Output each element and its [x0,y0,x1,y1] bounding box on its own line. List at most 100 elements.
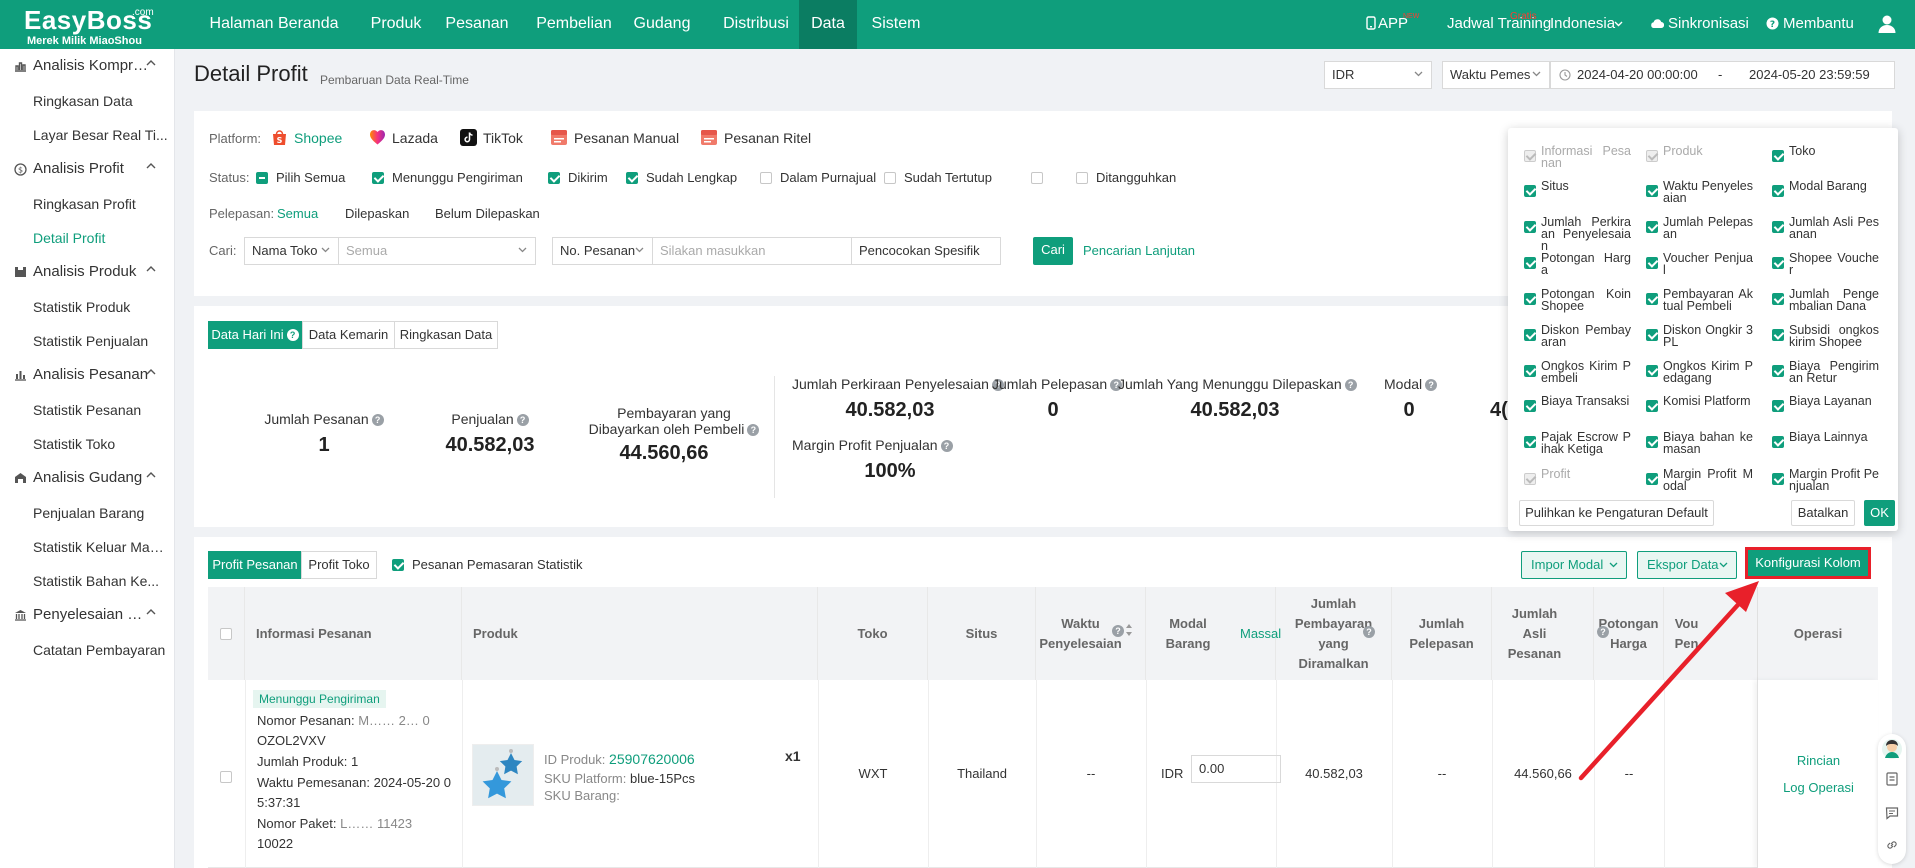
status-checkbox-0[interactable] [256,172,268,184]
nav-gudang[interactable]: Gudang [622,0,702,49]
column-checkbox-19[interactable] [1646,365,1658,377]
export-data-button[interactable]: Ekspor Data [1637,551,1737,579]
time-type-select[interactable]: Waktu Pemes [1442,61,1550,89]
sidebar-group-analisis-komprehensif[interactable]: Analisis Kompreh... [0,49,175,83]
sidebar-group-analisis-produk[interactable]: Analisis Produk [0,255,175,289]
status-label-0[interactable]: Pilih Semua [276,170,345,185]
nav-pembelian[interactable]: Pembelian [526,0,622,49]
status-label-2[interactable]: Dikirim [568,170,608,185]
operation-log-link[interactable]: Log Operasi [1758,780,1879,795]
column-checkbox-4[interactable] [1646,185,1658,197]
nav-pesanan[interactable]: Pesanan [440,0,514,49]
modal-input[interactable]: 0.00 [1191,755,1281,783]
import-modal-button[interactable]: Impor Modal [1521,551,1627,579]
document-icon[interactable] [1885,772,1899,786]
status-label-1[interactable]: Menunggu Pengiriman [392,170,523,185]
column-checkbox-15[interactable] [1524,329,1536,341]
column-option-label-15[interactable]: Diskon Pembayaran [1541,324,1631,349]
column-checkbox-7[interactable] [1646,221,1658,233]
sidebar-item-penjualan-barang[interactable]: Penjualan Barang [33,496,168,530]
product-id-link[interactable]: 25907620006 [609,751,695,767]
date-end[interactable]: 2024-05-20 23:59:59 [1749,62,1870,88]
order-number-value[interactable]: M…… 2… 0 [358,713,430,728]
sidebar-group-analisis-pesanan[interactable]: Analisis Pesanan [0,358,175,392]
column-option-label-23[interactable]: Biaya Layanan [1789,395,1879,408]
tab-ringkasan-data[interactable]: Ringkasan Data [394,321,498,349]
sidebar-item-ringkasan-data[interactable]: Ringkasan Data [33,84,168,118]
ok-button[interactable]: OK [1864,500,1895,526]
sidebar-group-penyelesaian-platform[interactable]: Penyelesaian Plat... [0,598,175,632]
column-option-label-16[interactable]: Diskon Ongkir 3PL [1663,324,1753,349]
column-option-label-20[interactable]: Biaya Pengiriman Retur [1789,360,1879,385]
currency-select[interactable]: IDR [1324,61,1432,89]
column-option-label-9[interactable]: Potongan Harga [1541,252,1631,277]
user-icon[interactable] [1877,14,1897,34]
chat-icon[interactable] [1885,806,1899,820]
column-option-label-0[interactable]: Informasi Pesanan [1541,145,1631,170]
order-field-select[interactable]: No. Pesanan [552,237,653,265]
column-checkbox-2[interactable] [1772,150,1784,162]
sidebar-item-statistik-penjualan[interactable]: Statistik Penjualan [33,324,168,358]
column-option-label-22[interactable]: Komisi Platform [1663,395,1753,408]
product-thumbnail[interactable] [472,744,534,806]
column-option-label-18[interactable]: Ongkos Kirim Pembeli [1541,360,1631,385]
sidebar-group-analisis-profit[interactable]: $ Analisis Profit [0,152,175,186]
search-field-select[interactable]: Nama Toko [244,237,339,265]
training-link[interactable]: Jadwal Training [1447,0,1551,49]
nav-produk[interactable]: Produk [352,0,440,49]
detail-link[interactable]: Rincian [1758,753,1879,768]
column-option-label-3[interactable]: Situs [1541,180,1631,193]
status-label-3[interactable]: Sudah Lengkap [646,170,737,185]
nav-distribusi[interactable]: Distribusi [710,0,802,49]
column-checkbox-5[interactable] [1772,185,1784,197]
language-select[interactable]: Indonesia [1550,0,1623,49]
column-option-label-1[interactable]: Produk [1663,145,1753,158]
column-option-label-28[interactable]: Margin Profit Modal [1663,468,1753,493]
date-range-picker[interactable]: 2024-04-20 00:00:00 - 2024-05-20 23:59:5… [1550,61,1895,89]
column-checkbox-16[interactable] [1646,329,1658,341]
column-checkbox-12[interactable] [1524,293,1536,305]
column-checkbox-3[interactable] [1524,185,1536,197]
nav-data[interactable]: Data [799,0,857,49]
sidebar-item-statistik-keluar-masuk[interactable]: Statistik Keluar Mas... [33,530,168,564]
column-checkbox-9[interactable] [1524,257,1536,269]
column-option-label-2[interactable]: Toko [1789,145,1879,158]
date-start[interactable]: 2024-04-20 00:00:00 [1577,62,1698,88]
column-option-label-26[interactable]: Biaya Lainnya [1789,431,1879,444]
column-checkbox-14[interactable] [1772,293,1784,305]
status-checkbox-5[interactable] [884,172,896,184]
status-checkbox-2[interactable] [548,172,560,184]
column-option-label-12[interactable]: Potongan Koin Shopee [1541,288,1631,313]
status-checkbox-6[interactable] [1031,172,1043,184]
column-checkbox-22[interactable] [1646,400,1658,412]
sidebar-item-statistik-toko[interactable]: Statistik Toko [33,427,168,461]
sidebar-item-layar-besar[interactable]: Layar Besar Real Ti... [33,118,168,152]
column-option-label-17[interactable]: Subsidi ongkos kirim Shopee [1789,324,1879,349]
column-checkbox-28[interactable] [1646,473,1658,485]
column-checkbox-23[interactable] [1772,400,1784,412]
brand-logo[interactable]: EasyBoss .com Merek Milik MiaoShou [24,6,164,47]
nav-sistem[interactable]: Sistem [862,0,930,49]
column-checkbox-6[interactable] [1524,221,1536,233]
column-checkbox-21[interactable] [1524,400,1536,412]
release-belum-dilepaskan[interactable]: Belum Dilepaskan [435,206,540,221]
column-option-label-13[interactable]: Pembayaran Aktual Pembeli [1663,288,1753,313]
header-select-all[interactable] [208,587,245,680]
row-select-checkbox[interactable] [220,771,232,783]
select-all-checkbox[interactable] [220,627,232,640]
column-checkbox-26[interactable] [1772,436,1784,448]
column-checkbox-8[interactable] [1772,221,1784,233]
column-checkbox-17[interactable] [1772,329,1784,341]
reset-default-button[interactable]: Pulihkan ke Pengaturan Default [1519,500,1714,526]
match-mode-select[interactable]: Pencocokan Spesifik [851,237,1001,265]
column-option-label-25[interactable]: Biaya bahan kemasan [1663,431,1753,456]
link-icon[interactable] [1885,838,1899,852]
tab-profit-toko[interactable]: Profit Toko [301,551,377,579]
column-checkbox-13[interactable] [1646,293,1658,305]
sync-button[interactable]: Sinkronisasi [1650,0,1749,49]
tab-profit-pesanan[interactable]: Profit Pesanan [208,551,302,579]
sidebar-item-statistik-pesanan[interactable]: Statistik Pesanan [33,393,168,427]
column-option-label-29[interactable]: Margin Profit Penjualan [1789,468,1879,493]
status-label-7[interactable]: Ditangguhkan [1096,170,1176,185]
column-option-label-21[interactable]: Biaya Transaksi [1541,395,1631,408]
